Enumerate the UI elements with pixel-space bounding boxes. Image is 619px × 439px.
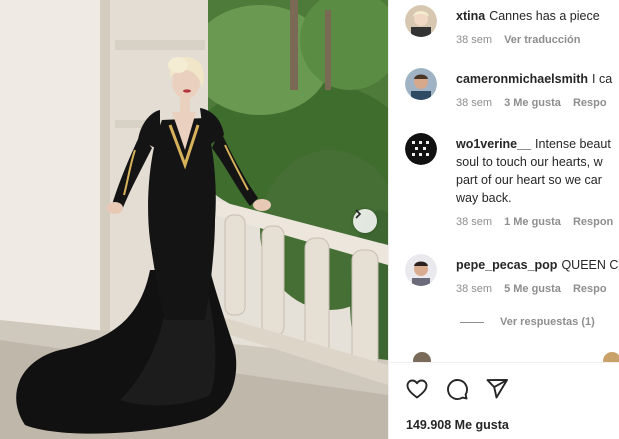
post-actions	[404, 376, 510, 402]
photo-illustration	[0, 0, 388, 439]
replies-divider-line	[460, 321, 484, 323]
avatar[interactable]	[603, 352, 619, 362]
comment-text: cameronmichaelsmith I ca	[456, 72, 613, 86]
comment-username[interactable]: pepe_pecas_pop	[456, 258, 557, 272]
avatar[interactable]	[405, 5, 437, 37]
comment-list[interactable]: xtina Cannes has a piece 38 sem Ver traduc…	[389, 0, 619, 362]
comment-meta: 38 sem 1 Me gusta Respon	[456, 216, 619, 228]
post-sidebar: xtina Cannes has a piece 38 sem Ver traduc…	[388, 0, 619, 439]
see-translation-link[interactable]: Ver traducción	[504, 34, 580, 46]
post-photo[interactable]	[0, 0, 388, 439]
heart-icon	[406, 379, 428, 399]
comment-text-line: way back.	[456, 191, 512, 205]
avatar[interactable]	[413, 352, 431, 362]
chevron-right-icon	[355, 209, 362, 219]
reply-button[interactable]: Respon	[573, 216, 613, 228]
share-icon	[486, 379, 508, 399]
avatar[interactable]	[405, 133, 437, 165]
comment-text-line: soul to touch our hearts, w	[456, 155, 603, 169]
comment-likes[interactable]: 1 Me gusta	[504, 216, 561, 228]
comment-age[interactable]: 38 sem	[456, 34, 492, 46]
avatar[interactable]	[405, 254, 437, 286]
reply-button[interactable]: Respo	[573, 283, 607, 295]
view-replies-button[interactable]: Ver respuestas (1)	[460, 316, 595, 328]
comment-username[interactable]: cameronmichaelsmith	[456, 72, 588, 86]
share-button[interactable]	[484, 376, 510, 402]
comment-username[interactable]: wo1verine__	[456, 137, 531, 151]
like-button[interactable]	[404, 376, 430, 402]
likes-label: Me gusta	[454, 418, 509, 432]
comment-icon	[447, 379, 468, 400]
comment-text: pepe_pecas_pop QUEEN C	[456, 258, 619, 272]
likes-number: 149.908	[406, 418, 452, 432]
view-replies-label: Ver respuestas (1)	[500, 316, 595, 328]
comment-meta: 38 sem 5 Me gusta Respo	[456, 283, 619, 295]
comment-likes[interactable]: 5 Me gusta	[504, 283, 561, 295]
comment-meta: 38 sem 3 Me gusta Respo	[456, 97, 619, 109]
comment-likes[interactable]: 3 Me gusta	[504, 97, 561, 109]
comment-age[interactable]: 38 sem	[456, 216, 492, 228]
reply-button[interactable]: Respo	[573, 97, 607, 109]
likes-count[interactable]: 149.908 Me gusta	[406, 418, 509, 432]
carousel-next-button[interactable]	[353, 209, 377, 233]
comment-meta: 38 sem Ver traducción	[456, 34, 619, 46]
section-divider	[389, 362, 619, 363]
avatar[interactable]	[405, 68, 437, 100]
comment-button[interactable]	[444, 376, 470, 402]
comment-age[interactable]: 38 sem	[456, 97, 492, 109]
comment-username[interactable]: xtina	[456, 9, 485, 23]
comment-text: xtina Cannes has a piece	[456, 9, 600, 23]
comment-age[interactable]: 38 sem	[456, 283, 492, 295]
comment-text-line: part of our heart so we car	[456, 173, 602, 187]
comment-text: wo1verine__ Intense beaut	[456, 137, 611, 151]
